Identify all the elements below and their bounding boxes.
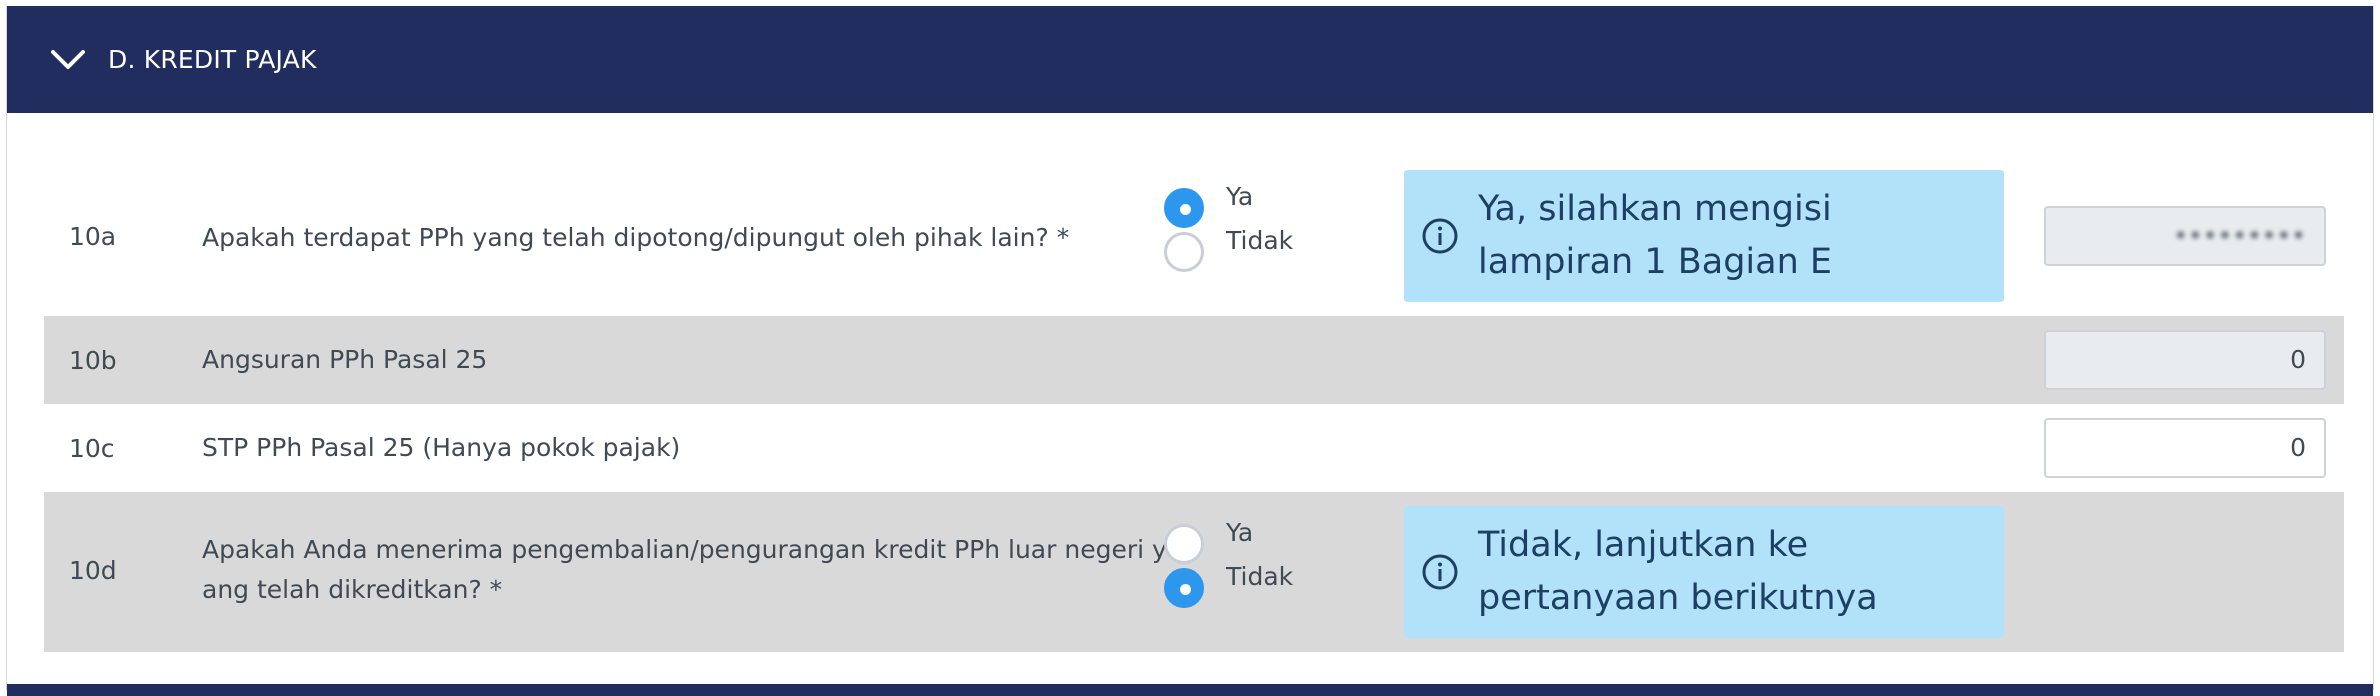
info-message-10d: Tidak, lanjutkan ke pertanyaan berikutny… xyxy=(1404,506,2004,638)
radio-button-tidak[interactable] xyxy=(1164,568,1204,608)
row-number: 10c xyxy=(69,434,115,463)
radio-button-ya[interactable] xyxy=(1164,524,1204,564)
radio-group-10d: Ya Tidak xyxy=(1164,518,1293,610)
chevron-down-icon[interactable] xyxy=(48,40,88,80)
info-text: Tidak, lanjutkan ke pertanyaan berikutny… xyxy=(1478,525,1878,618)
table-row-10d: 10d Apakah Anda menerima pengembalian/pe… xyxy=(44,492,2344,652)
field-value: ••••••••• xyxy=(2173,221,2306,250)
radio-label-tidak: Tidak xyxy=(1226,561,1294,591)
radio-label-tidak: Tidak xyxy=(1226,225,1294,255)
radio-group-10a: Ya Tidak xyxy=(1164,182,1293,274)
row-label: STP PPh Pasal 25 (Hanya pokok pajak) xyxy=(202,433,681,462)
radio-option-tidak[interactable]: Tidak xyxy=(1164,562,1293,610)
row-number: 10a xyxy=(69,222,117,251)
table-row-10b: 10b Angsuran PPh Pasal 25 0 xyxy=(44,316,2344,404)
info-icon xyxy=(1420,552,1460,592)
section-header-kredit-pajak[interactable]: D. KREDIT PAJAK xyxy=(7,6,2373,113)
radio-option-ya[interactable]: Ya xyxy=(1164,518,1293,566)
value-field-10a[interactable]: ••••••••• xyxy=(2044,206,2326,266)
section-title: D. KREDIT PAJAK xyxy=(108,45,317,74)
table-row-10c: 10c STP PPh Pasal 25 (Hanya pokok pajak)… xyxy=(44,404,2344,492)
row-label: Angsuran PPh Pasal 25 xyxy=(202,345,488,374)
value-field-10b[interactable]: 0 xyxy=(2044,330,2326,390)
row-number: 10d xyxy=(69,556,117,585)
field-value: 0 xyxy=(2290,345,2306,374)
info-message-10a: Ya, silahkan mengisi lampiran 1 Bagian E xyxy=(1404,170,2004,302)
value-field-10c[interactable]: 0 xyxy=(2044,418,2326,478)
radio-button-ya[interactable] xyxy=(1164,188,1204,228)
row-label: Apakah Anda menerima pengembalian/pengur… xyxy=(202,530,1167,610)
radio-label-ya: Ya xyxy=(1226,181,1254,211)
radio-option-ya[interactable]: Ya xyxy=(1164,182,1293,230)
radio-button-tidak[interactable] xyxy=(1164,232,1204,272)
info-icon xyxy=(1420,216,1460,256)
info-text: Ya, silahkan mengisi lampiran 1 Bagian E xyxy=(1478,189,1833,282)
table-row-10a: 10a Apakah terdapat PPh yang telah dipot… xyxy=(44,162,2344,316)
radio-option-tidak[interactable]: Tidak xyxy=(1164,226,1293,274)
row-label-line: Apakah Anda menerima pengembalian/pengur… xyxy=(202,535,1167,564)
field-value: 0 xyxy=(2290,433,2306,462)
row-number: 10b xyxy=(69,346,117,375)
radio-label-ya: Ya xyxy=(1226,517,1254,547)
next-section-header[interactable] xyxy=(7,684,2373,696)
row-label: Apakah terdapat PPh yang telah dipotong/… xyxy=(202,223,1070,252)
form-panel: D. KREDIT PAJAK 10a Apakah terdapat PPh … xyxy=(6,6,2374,696)
row-label-line: ang telah dikreditkan? * xyxy=(202,575,503,604)
